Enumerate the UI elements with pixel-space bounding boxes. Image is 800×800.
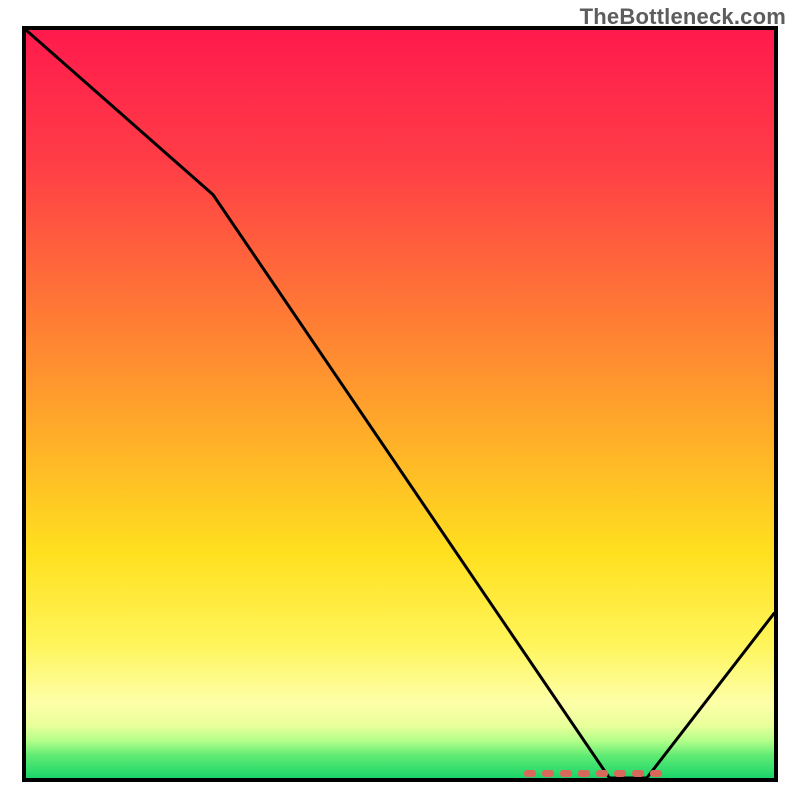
optimal-range-dash <box>614 770 626 777</box>
optimal-range-dash <box>632 770 644 777</box>
watermark-text: TheBottleneck.com <box>580 4 786 30</box>
curve-layer <box>26 30 774 778</box>
optimal-range-dash <box>560 770 572 777</box>
optimal-range-dash <box>578 770 590 777</box>
optimal-range-dash <box>650 770 662 777</box>
plot-area <box>22 26 778 782</box>
optimal-range-dash <box>542 770 554 777</box>
optimal-range-dash <box>596 770 608 777</box>
optimal-range-dash <box>524 770 536 777</box>
plot-inner <box>26 30 774 778</box>
chart-container: TheBottleneck.com <box>0 0 800 800</box>
bottleneck-curve <box>26 30 774 778</box>
